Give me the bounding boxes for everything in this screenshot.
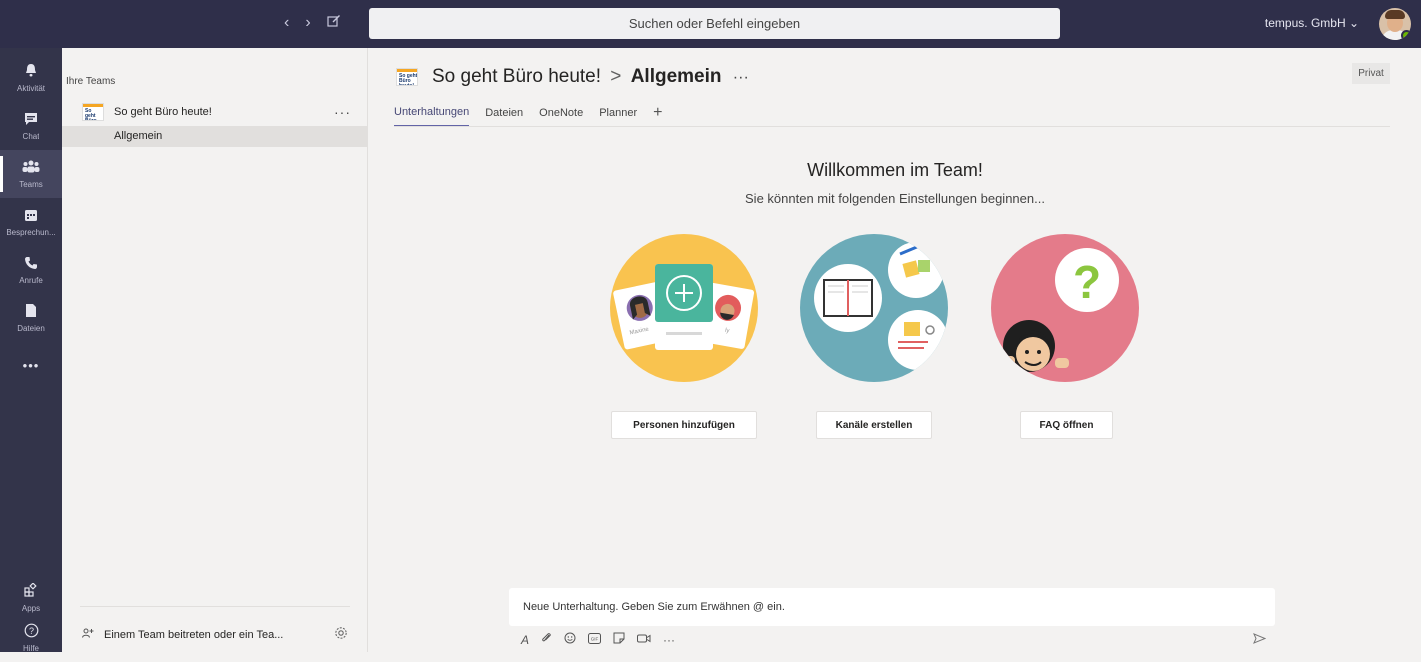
channel-view: So geht Büro heute! So geht Büro heute! … — [369, 48, 1421, 652]
calendar-icon — [24, 208, 38, 226]
team-more-options[interactable]: ··· — [334, 104, 351, 120]
gear-icon[interactable] — [334, 626, 348, 643]
rail-item-files[interactable]: Dateien — [0, 294, 62, 342]
svg-text:?: ? — [1073, 256, 1101, 308]
rail-item-teams[interactable]: Teams — [0, 150, 62, 198]
channel-header: So geht Büro heute! > Allgemein ··· — [432, 66, 749, 88]
add-people-button[interactable]: Personen hinzufügen — [611, 411, 757, 439]
rail-label: Anrufe — [19, 275, 43, 285]
compose-icon[interactable] — [327, 14, 341, 33]
sticker-icon[interactable] — [613, 632, 625, 647]
join-team-button[interactable]: Einem Team beitreten oder ein Tea... — [82, 628, 283, 641]
help-icon: ? — [24, 623, 39, 642]
divider — [80, 606, 350, 607]
team-name: So geht Büro heute! — [114, 106, 212, 118]
rail-label: Aktivität — [16, 84, 45, 93]
channel-team-name[interactable]: So geht Büro heute! — [432, 66, 601, 87]
channel-item-allgemein[interactable]: Allgemein — [62, 126, 368, 147]
app-rail: Aktivität Chat Teams Besprechun... Anruf… — [0, 48, 62, 653]
rail-label: Besprechun... — [6, 227, 56, 237]
history-nav: ‹ › — [284, 14, 341, 33]
team-logo: So geht Büro heute! — [82, 103, 104, 121]
join-team-label: Einem Team beitreten oder ein Tea... — [104, 628, 284, 641]
emoji-icon[interactable] — [564, 632, 576, 647]
tab-onenote[interactable]: OneNote — [539, 107, 583, 126]
more-icon: ••• — [22, 358, 40, 373]
rail-item-chat[interactable]: Chat — [0, 102, 62, 150]
apps-icon — [23, 582, 39, 602]
search-input[interactable]: Suchen oder Befehl eingeben — [369, 8, 1060, 39]
rail-item-calls[interactable]: Anrufe — [0, 246, 62, 294]
welcome-title: Willkommen im Team! — [807, 160, 983, 180]
tab-conversations[interactable]: Unterhaltungen — [394, 106, 470, 127]
file-icon — [25, 303, 37, 322]
add-people-illustration: Maxine ly — [610, 234, 758, 382]
status-available-icon — [1401, 30, 1411, 40]
teams-heading: Ihre Teams — [66, 76, 116, 87]
attach-icon[interactable] — [541, 632, 552, 647]
svg-text:?: ? — [28, 626, 33, 636]
rail-label: Teams — [19, 179, 43, 189]
title-bar: ‹ › Suchen oder Befehl eingeben tempus. … — [0, 0, 1421, 48]
channel-title: Allgemein — [630, 66, 722, 87]
team-logo: So geht Büro heute! — [396, 68, 418, 86]
team-logo-text: So geht Büro heute! — [399, 73, 418, 86]
tab-divider — [394, 126, 1390, 127]
open-faq-button[interactable]: FAQ öffnen — [1020, 411, 1113, 439]
phone-icon — [24, 256, 38, 274]
teams-icon — [22, 160, 40, 178]
composer-toolbar: A GIF ··· — [521, 632, 675, 647]
rail-item-more[interactable]: ••• — [0, 342, 62, 390]
breadcrumb-separator: > — [610, 66, 622, 87]
tab-files[interactable]: Dateien — [485, 107, 523, 126]
channel-more-options[interactable]: ··· — [733, 69, 749, 86]
more-options-icon[interactable]: ··· — [663, 633, 675, 647]
rail-label: Chat — [22, 131, 40, 141]
faq-illustration: ? — [991, 234, 1139, 382]
tenant-switcher[interactable]: tempus. GmbH ⌄ — [1265, 16, 1359, 30]
create-channels-illustration — [800, 234, 948, 382]
rail-item-help[interactable]: ? Hilfe — [0, 614, 62, 662]
create-channels-button[interactable]: Kanäle erstellen — [816, 411, 932, 439]
rail-item-activity[interactable]: Aktivität — [0, 54, 62, 102]
send-button[interactable] — [1253, 632, 1267, 647]
channel-name: Allgemein — [114, 130, 163, 142]
teams-panel: Ihre Teams So geht Büro heute! So geht B… — [62, 48, 368, 652]
format-icon[interactable]: A — [521, 633, 529, 647]
rail-item-meetings[interactable]: Besprechun... — [0, 198, 62, 246]
meet-now-icon[interactable] — [637, 633, 651, 647]
gif-icon[interactable]: GIF — [588, 632, 602, 647]
rail-label: Dateien — [17, 324, 45, 333]
welcome-subtitle: Sie könnten mit folgenden Einstellungen … — [745, 191, 1045, 206]
privacy-badge: Privat — [1352, 63, 1390, 84]
team-logo-text: So geht Büro heute! — [85, 108, 97, 121]
team-item[interactable]: So geht Büro heute! So geht Büro heute! … — [62, 100, 368, 124]
tab-planner[interactable]: Planner — [599, 107, 637, 126]
add-people-icon — [82, 628, 94, 641]
rail-label: Apps — [21, 604, 41, 613]
chat-icon — [24, 112, 38, 130]
forward-arrow-icon[interactable]: › — [305, 14, 310, 33]
svg-text:GIF: GIF — [591, 636, 599, 641]
avatar[interactable] — [1379, 8, 1411, 40]
back-arrow-icon[interactable]: ‹ — [284, 14, 289, 33]
new-conversation-input[interactable]: Neue Unterhaltung. Geben Sie zum Erwähne… — [509, 588, 1275, 626]
bell-icon — [24, 63, 38, 82]
